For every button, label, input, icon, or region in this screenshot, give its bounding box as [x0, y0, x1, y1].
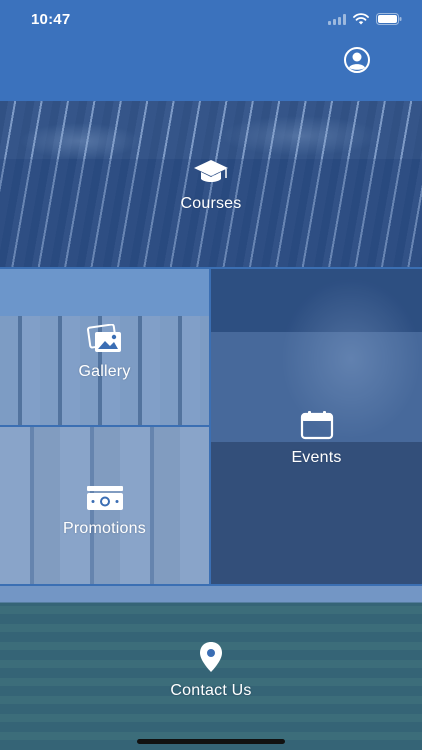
courses-label: Courses: [180, 195, 242, 212]
promotions-label: Promotions: [63, 520, 146, 537]
photos-icon: [86, 323, 123, 359]
status-icons: [328, 12, 402, 30]
banknote-icon: [86, 485, 124, 516]
events-label: Events: [291, 449, 342, 466]
promotions-tile[interactable]: Promotions: [0, 427, 209, 584]
contact-us-tile[interactable]: Contact Us: [0, 586, 422, 750]
battery-icon: [376, 12, 402, 30]
calendar-icon: [300, 410, 334, 445]
gallery-label: Gallery: [78, 363, 131, 380]
events-tile[interactable]: Events: [211, 269, 422, 584]
status-bar: 10:47: [0, 0, 422, 40]
contact-us-label: Contact Us: [170, 682, 252, 699]
nav-bar: [0, 40, 422, 101]
profile-button[interactable]: [343, 46, 371, 74]
wifi-icon: [353, 12, 369, 30]
courses-tile[interactable]: Courses: [0, 101, 422, 267]
map-pin-icon: [198, 641, 224, 678]
signal-icon: [328, 12, 346, 30]
gallery-tile[interactable]: Gallery: [0, 269, 209, 425]
home-indicator[interactable]: [137, 739, 285, 744]
user-circle-icon: [343, 47, 371, 78]
status-time: 10:47: [31, 11, 71, 28]
graduation-cap-icon: [193, 158, 229, 191]
